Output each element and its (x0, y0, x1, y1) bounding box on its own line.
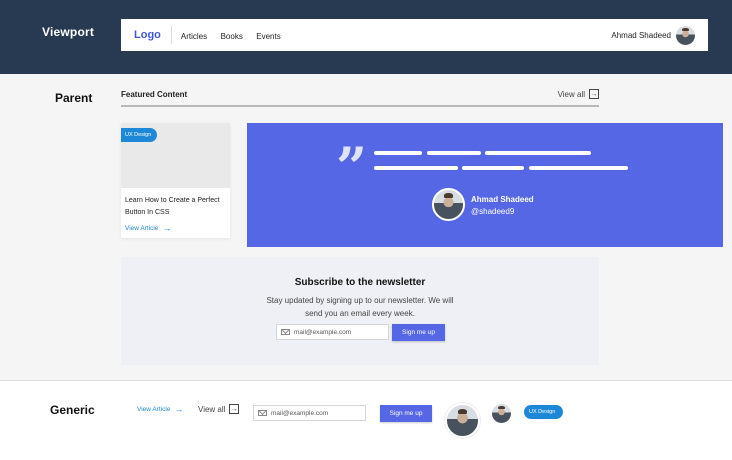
card-title: Learn How to Create a Perfect Button In … (125, 197, 220, 216)
parent-label: Parent (55, 91, 93, 105)
nav-item-articles[interactable]: Articles (181, 32, 207, 41)
view-all-label: View all (198, 404, 226, 414)
view-article-link[interactable]: View Article → (137, 404, 183, 414)
card-thumbnail: UX Design (121, 123, 230, 188)
email-input[interactable] (271, 409, 351, 417)
view-article-label: View Article (125, 224, 159, 232)
logo-divider (170, 26, 172, 44)
avatar (676, 25, 695, 45)
view-all-link[interactable]: View all → (558, 89, 599, 99)
view-all-label: View all (557, 89, 585, 99)
site-header: Logo Articles Books Events Ahmad Shadeed (121, 19, 708, 51)
category-tag[interactable]: UX Design (121, 128, 158, 142)
quote-icon: ” (336, 135, 368, 199)
quote-author-name: Ahmad Shadeed (471, 195, 534, 204)
quote-text-line (374, 151, 422, 155)
view-article-label: View Article (137, 405, 171, 413)
email-field[interactable] (276, 324, 389, 340)
generic-band (0, 380, 732, 460)
nav-item-events[interactable]: Events (256, 32, 280, 41)
email-field[interactable] (253, 405, 366, 421)
user-menu[interactable]: Ahmad Shadeed (611, 25, 695, 45)
nav-item-books[interactable]: Books (221, 32, 243, 41)
mail-icon (281, 329, 290, 335)
section-title: Featured Content (121, 90, 188, 99)
user-name: Ahmad Shadeed (611, 30, 671, 40)
boxed-arrow-icon: → (589, 89, 599, 99)
boxed-arrow-icon: → (229, 404, 240, 414)
sign-up-button[interactable]: Sign me up (392, 324, 445, 341)
quote-text-line (529, 166, 628, 170)
logo[interactable]: Logo (134, 29, 161, 41)
quote-text-line (462, 166, 524, 170)
quote-author-handle: @shadeed9 (471, 207, 515, 216)
quote-author-avatar (432, 188, 465, 221)
arrow-right-icon: → (162, 223, 172, 233)
viewport-label: Viewport (42, 25, 95, 39)
email-input[interactable] (294, 328, 374, 336)
arrow-right-icon: → (174, 404, 184, 414)
generic-label: Generic (50, 403, 95, 417)
newsletter-description: Stay updated by signing up to our newsle… (266, 296, 454, 318)
quote-block: ” Ahmad Shadeed @shadeed9 (247, 123, 723, 247)
newsletter: Subscribe to the newsletter Stay updated… (121, 257, 599, 365)
main-nav: Articles Books Events (181, 26, 290, 44)
quote-text-line (427, 151, 481, 155)
avatar-large (445, 403, 480, 438)
view-article-link[interactable]: View Article → (125, 223, 171, 233)
quote-text-line (374, 166, 458, 170)
newsletter-title: Subscribe to the newsletter (294, 277, 426, 288)
sign-up-button[interactable]: Sign me up (380, 405, 432, 422)
category-tag[interactable]: UX Design (524, 405, 564, 419)
quote-text-line (485, 151, 591, 155)
mail-icon (258, 410, 267, 416)
view-all-link[interactable]: View all → (198, 404, 240, 414)
avatar-small (492, 404, 511, 423)
article-card: UX Design Learn How to Create a Perfect … (121, 123, 230, 238)
section-header: Featured Content View all → (121, 89, 599, 107)
